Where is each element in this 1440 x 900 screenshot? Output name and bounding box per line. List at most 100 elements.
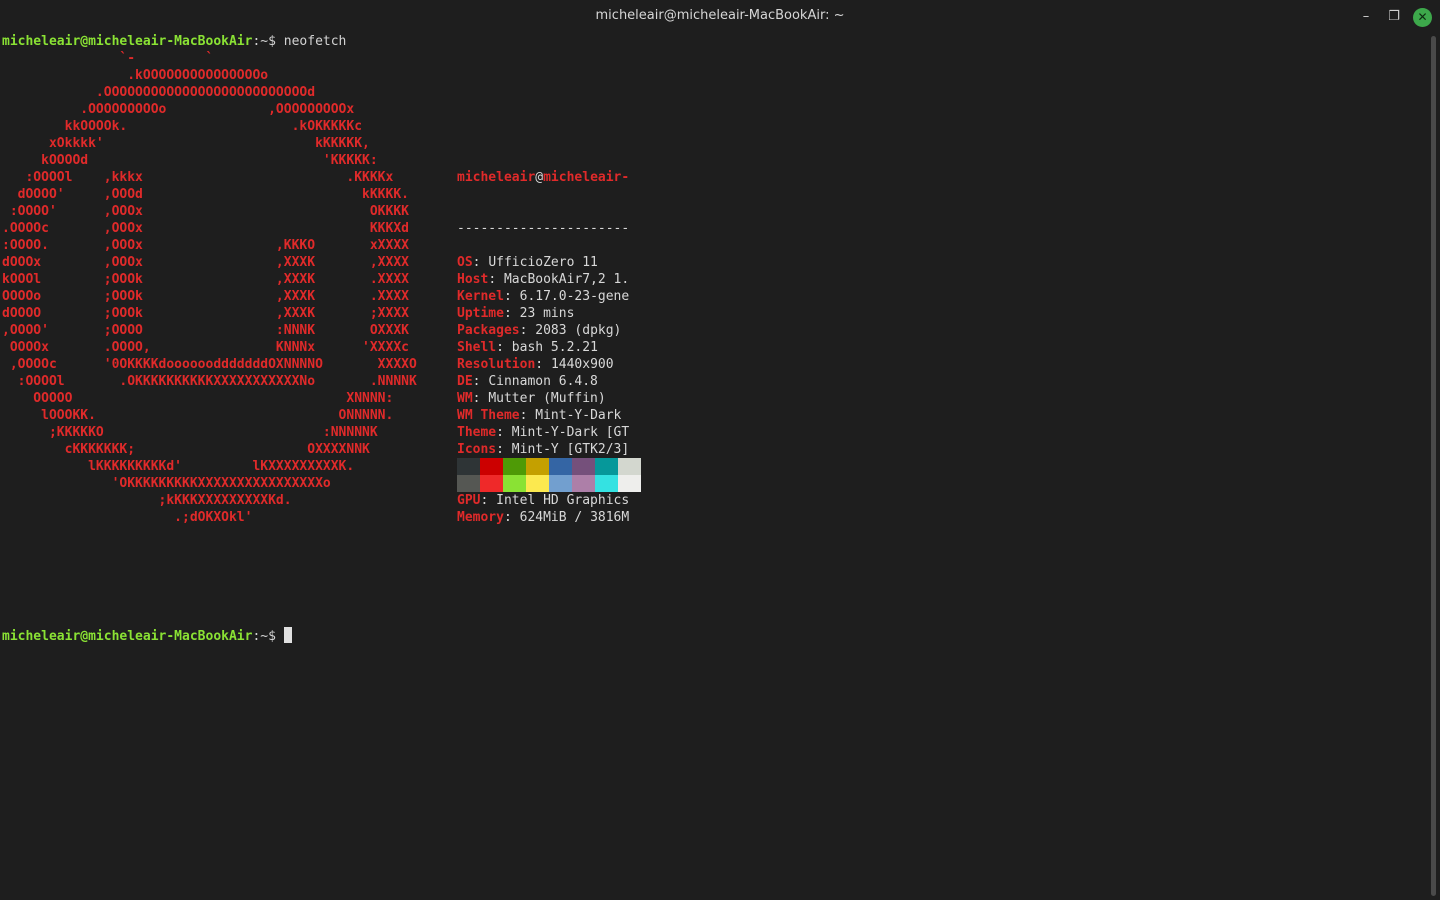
active-prompt-line[interactable]: micheleair@micheleair-MacBookAir:~$: [2, 627, 292, 644]
color-swatch: [503, 458, 526, 475]
info-key: Uptime: [457, 306, 504, 321]
info-key: OS: [457, 255, 473, 270]
ascii-art-line: :OOOO' ,OOOx OKKKK: [2, 204, 409, 219]
color-swatch: [480, 458, 503, 475]
info-row: Resolution: 1440x900: [457, 356, 629, 373]
info-row: Host: MacBookAir7,2 1.: [457, 271, 629, 288]
ascii-art-line: :OOOOl .OKKKKKKKKKKXXXXXXXXXXXNo .NNNNK: [2, 374, 417, 389]
info-key: Packages: [457, 323, 520, 338]
info-key: Theme: [457, 425, 497, 440]
ascii-art-line: cKKKKKKK; OXXXXNNK: [2, 442, 370, 457]
info-key: Icons: [457, 442, 497, 457]
info-key: Kernel: [457, 289, 504, 304]
ascii-art-line: lKKKKKKKKKd' lKXXXXXXXXXK.: [2, 459, 355, 474]
color-swatch: [457, 475, 480, 492]
info-at: @: [535, 170, 544, 185]
ascii-art-line: .OOOOOOOOOOOOOOOOOOOOOOOOOOd: [2, 85, 316, 100]
info-value: UfficioZero 11: [488, 255, 598, 270]
close-button[interactable]: ✕: [1413, 8, 1432, 27]
info-colon: :: [519, 323, 536, 338]
info-colon: :: [519, 408, 536, 423]
info-row: Theme: Mint-Y-Dark [GT: [457, 424, 629, 441]
ascii-art-line: kkOOOOk. .kOKKKKKc: [2, 119, 363, 134]
distro-ascii-logo: `- ` .kOOOOOOOOOOOOOOOo .OOOOOOOOOOOOOOO…: [2, 50, 417, 526]
ascii-art-line: ,OOOOc '0OKKKKdoooooodddddddOXNNNNO XXXX…: [2, 357, 417, 372]
color-swatch: [526, 475, 549, 492]
color-swatch: [549, 475, 572, 492]
info-key: Shell: [457, 340, 497, 355]
window-titlebar[interactable]: micheleair@micheleair-MacBookAir: ~ – ❐ …: [0, 0, 1440, 33]
color-palette: [457, 458, 641, 492]
info-colon: :: [488, 272, 504, 287]
info-value: 23 mins: [519, 306, 575, 321]
info-key: DE: [457, 374, 473, 389]
info-row: OS: UfficioZero 11: [457, 254, 629, 271]
info-row: WM: Mutter (Muffin): [457, 390, 629, 407]
info-colon: :: [503, 510, 520, 525]
maximize-button[interactable]: ❐: [1385, 8, 1403, 26]
text-cursor: [283, 627, 292, 643]
info-value: Mint-Y-Dark: [535, 408, 622, 423]
info-colon: :: [480, 493, 497, 508]
ascii-art-line: ;KKKKKO :NNNNNK: [2, 425, 378, 440]
ascii-art-line: ;kKKKXXXXXXXXXKd.: [2, 493, 292, 508]
ascii-art-line: kOOOOd 'KKKKK:: [2, 153, 378, 168]
prompt-command: neofetch: [283, 34, 347, 49]
terminal-output[interactable]: micheleair@micheleair-MacBookAir:~$ neof…: [2, 33, 1422, 50]
info-key: Memory: [457, 510, 504, 525]
info-key: WM: [457, 391, 473, 406]
info-row: Uptime: 23 mins: [457, 305, 629, 322]
info-key: Host: [457, 272, 489, 287]
info-key: Resolution: [457, 357, 536, 372]
color-swatch: [480, 475, 503, 492]
palette-bright-row: [457, 475, 641, 492]
info-value: 6.17.0-23-gene: [519, 289, 630, 304]
ascii-art-line: xOkkkk' kKKKKK,: [2, 136, 370, 151]
ascii-art-line: `- `: [2, 51, 214, 66]
ascii-art-line: OOOOo ;OOOk ,XXXK .XXXX: [2, 289, 409, 304]
info-user: micheleair: [457, 170, 536, 185]
info-host: micheleair-: [543, 170, 630, 185]
info-value: Mutter (Muffin): [488, 391, 606, 406]
info-header: micheleair@micheleair-: [457, 169, 629, 186]
ascii-art-line: OOOOx .OOOO, KNNNx 'XXXXc: [2, 340, 409, 355]
info-value: 1440x900: [550, 357, 614, 372]
color-swatch: [457, 458, 480, 475]
ascii-art-line: .OOOOOOOOOo ,OOOOOOOOOx: [2, 102, 355, 117]
prompt-suffix: :~$: [252, 629, 284, 644]
info-value: Intel HD Graphics: [496, 493, 630, 508]
info-value: 624MiB / 3816M: [519, 510, 630, 525]
ascii-art-line: 'OKKKKKKKKKXXXXXXXXXXXXXXXXo: [2, 476, 331, 491]
info-value: bash 5.2.21: [511, 340, 598, 355]
info-value: Mint-Y [GTK2/3]: [511, 442, 630, 457]
ascii-art-line: lOOOKK. ONNNNN.: [2, 408, 394, 423]
info-key: WM Theme: [457, 408, 520, 423]
info-row: Packages: 2083 (dpkg): [457, 322, 629, 339]
ascii-art-line: :OOOO. ,OOOx ,KKKO xXXXX: [2, 238, 409, 253]
info-row: Kernel: 6.17.0-23-gene: [457, 288, 629, 305]
minimize-button[interactable]: –: [1357, 8, 1375, 26]
ascii-art-line: .;dOKXOkl': [2, 510, 253, 525]
color-swatch: [549, 458, 572, 475]
info-value: Cinnamon 6.4.8: [488, 374, 598, 389]
ascii-art-line: ,OOOO' ;OOOO :NNNK OXXXK: [2, 323, 409, 338]
info-value: Mint-Y-Dark [GT: [511, 425, 630, 440]
info-colon: :: [503, 289, 520, 304]
window-title: micheleair@micheleair-MacBookAir: ~: [595, 8, 845, 23]
info-row: DE: Cinnamon 6.4.8: [457, 373, 629, 390]
color-swatch: [595, 475, 618, 492]
info-colon: :: [535, 357, 551, 372]
scrollbar[interactable]: [1431, 36, 1436, 896]
info-value: MacBookAir7,2 1.: [503, 272, 630, 287]
ascii-art-line: .OOOOc ,OOOx KKKXd: [2, 221, 409, 236]
palette-normal-row: [457, 458, 641, 475]
color-swatch: [618, 458, 641, 475]
ascii-art-line: OOOOO XNNNN:: [2, 391, 394, 406]
color-swatch: [526, 458, 549, 475]
info-colon: :: [503, 306, 520, 321]
color-swatch: [618, 475, 641, 492]
info-row: Shell: bash 5.2.21: [457, 339, 629, 356]
color-swatch: [572, 458, 595, 475]
info-colon: :: [496, 442, 512, 457]
info-row: WM Theme: Mint-Y-Dark: [457, 407, 629, 424]
